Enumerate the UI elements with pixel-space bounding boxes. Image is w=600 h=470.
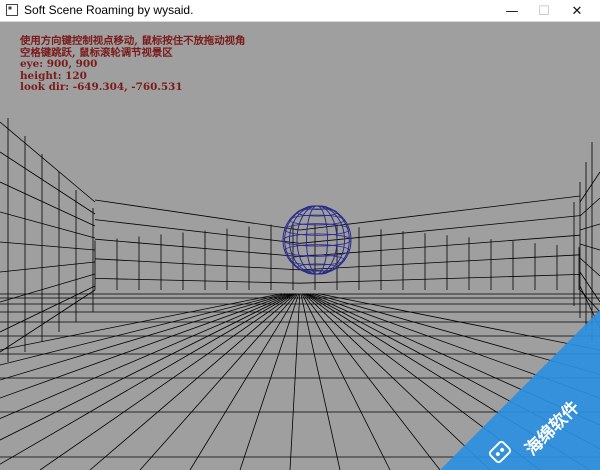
floor-grid-line xyxy=(289,293,301,470)
left-wall-grid-line xyxy=(0,211,96,239)
close-icon: ✕ xyxy=(571,3,583,19)
wall-grid-line xyxy=(94,219,301,244)
watermark: 海绵软件 xyxy=(440,310,600,470)
hud-overlay: 使用方向键控制视点移动, 鼠标按住不放拖动视角 空格键跳跃, 鼠标滚轮调节视景区… xyxy=(20,35,246,94)
floor-grid-line xyxy=(39,293,296,470)
floor-grid-line xyxy=(0,293,286,366)
wall-grid-line xyxy=(94,258,301,271)
right-wall-grid-line xyxy=(579,243,600,251)
floor-grid-line xyxy=(301,293,391,470)
title-bar[interactable]: Soft Scene Roaming by wysaid. — ☐ ✕ xyxy=(0,0,600,22)
left-wall-grid-line xyxy=(0,241,96,251)
minimize-icon: — xyxy=(505,3,519,19)
window-title: Soft Scene Roaming by wysaid. xyxy=(24,3,194,17)
right-wall-grid-line xyxy=(579,223,600,231)
floor-grid-line xyxy=(89,293,297,470)
floor-edge-line xyxy=(579,289,600,313)
wall-grid-line xyxy=(299,274,581,284)
app-icon xyxy=(6,4,18,16)
floor-grid-line xyxy=(302,293,441,470)
close-button[interactable]: ✕ xyxy=(561,0,593,22)
floor-grid-line xyxy=(0,293,289,381)
hud-look-dir: look dir: -649.304, -760.531 xyxy=(20,81,183,93)
right-wall-grid-line xyxy=(579,197,600,217)
left-wall-grid-line xyxy=(0,151,96,215)
floor-edge-line xyxy=(0,289,96,353)
wall-grid-line xyxy=(94,238,301,257)
wall-grid-line xyxy=(94,278,301,284)
maximize-button[interactable]: ☐ xyxy=(528,0,560,22)
right-wall-grid-line xyxy=(579,257,600,277)
wall-grid-line xyxy=(94,199,301,231)
left-wall-grid-line xyxy=(0,121,96,203)
wall-grid-line xyxy=(299,215,581,244)
minimize-button[interactable]: — xyxy=(496,0,528,22)
maximize-icon: ☐ xyxy=(538,3,550,19)
hud-eye: eye: 900, 900 xyxy=(20,58,98,70)
scene-viewport[interactable]: 使用方向键控制视点移动, 鼠标按住不放拖动视角 空格键跳跃, 鼠标滚轮调节视景区… xyxy=(0,22,600,470)
left-wall-grid-line xyxy=(0,285,96,333)
left-wall-grid-line xyxy=(0,181,96,227)
floor-grid-line xyxy=(139,293,298,470)
right-wall-grid-line xyxy=(579,271,600,303)
floor-grid-line xyxy=(0,293,291,399)
floor-grid-line xyxy=(300,293,341,470)
right-wall-grid-line xyxy=(579,171,600,203)
left-wall-grid-line xyxy=(0,261,96,273)
floor-grid-line xyxy=(189,293,299,470)
hud-instructions-line-1: 使用方向键控制视点移动, 鼠标按住不放拖动视角 xyxy=(20,35,246,47)
